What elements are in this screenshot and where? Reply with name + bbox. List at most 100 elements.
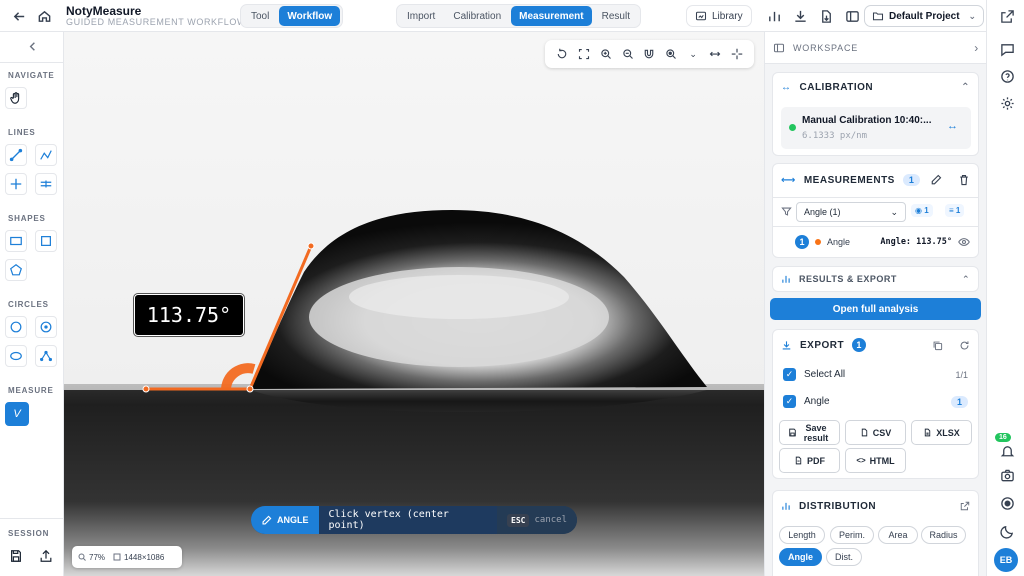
chip-distance[interactable]: Dist. bbox=[826, 548, 862, 566]
settings-gear-icon[interactable] bbox=[996, 92, 1018, 114]
measurements-header[interactable]: ⟷ MEASUREMENTS 1 bbox=[773, 164, 978, 196]
html-export-button[interactable]: <> HTML bbox=[845, 448, 906, 473]
download-icon[interactable] bbox=[789, 5, 811, 27]
export-item-count: 1 bbox=[950, 395, 968, 408]
back-arrow-icon[interactable] bbox=[8, 5, 30, 27]
chip-area[interactable]: Area bbox=[878, 526, 918, 544]
chip-length[interactable]: Length bbox=[779, 526, 825, 544]
external-link-icon[interactable] bbox=[960, 501, 970, 511]
crosshair-tool-button[interactable] bbox=[5, 173, 27, 195]
measurement-type-select[interactable]: Angle (1) ⌄ bbox=[796, 202, 906, 222]
chip-perimeter[interactable]: Perim. bbox=[830, 526, 874, 544]
calibration-entry[interactable]: Manual Calibration 10:40:... 6.1333 px/n… bbox=[781, 107, 971, 149]
chevron-down-icon[interactable]: ⌄ bbox=[686, 47, 700, 61]
measurement-row[interactable]: 1 Angle Angle: 113.75° bbox=[773, 226, 978, 256]
copy-icon[interactable] bbox=[932, 340, 943, 351]
line-tool-button[interactable] bbox=[5, 144, 27, 166]
center-circle-tool-button[interactable] bbox=[35, 316, 57, 338]
notifications-icon[interactable] bbox=[996, 440, 1018, 462]
pdf-label: PDF bbox=[807, 455, 825, 466]
calibration-header[interactable]: ↔ CALIBRATION ⌃ bbox=[773, 73, 978, 101]
step-calibration[interactable]: Calibration bbox=[445, 6, 509, 26]
zoom-in-icon[interactable] bbox=[599, 47, 613, 61]
panel-toggle-icon[interactable] bbox=[841, 5, 863, 27]
hint-cancel[interactable]: ESC cancel bbox=[497, 506, 577, 534]
csv-export-button[interactable]: CSV bbox=[845, 420, 906, 445]
rotate-icon[interactable] bbox=[555, 47, 569, 61]
refresh-icon[interactable] bbox=[959, 340, 970, 351]
distribution-title: DISTRIBUTION bbox=[799, 500, 877, 512]
measurement-color-dot bbox=[815, 238, 821, 245]
upload-session-button[interactable] bbox=[35, 545, 57, 567]
pdf-export-button[interactable]: PDF bbox=[779, 448, 840, 473]
visible-count-badge[interactable]: ◉ 1 bbox=[911, 204, 933, 217]
results-export-card[interactable]: RESULTS & EXPORT ⌃ bbox=[772, 266, 979, 292]
calibration-name: Manual Calibration 10:40:... bbox=[802, 115, 932, 126]
image-canvas[interactable]: 113.75° ⌄ ANGLE Click vertex (center poi… bbox=[64, 32, 764, 576]
open-full-analysis-button[interactable]: Open full analysis bbox=[770, 298, 981, 320]
export-title: EXPORT bbox=[800, 339, 845, 351]
ellipse-tool-button[interactable] bbox=[5, 345, 27, 367]
export-file-icon[interactable] bbox=[815, 5, 837, 27]
select-all-checkbox[interactable]: ✓ bbox=[783, 368, 796, 381]
chat-icon[interactable] bbox=[996, 38, 1018, 60]
user-avatar[interactable]: EB bbox=[994, 548, 1018, 572]
record-icon[interactable] bbox=[996, 492, 1018, 514]
project-selector[interactable]: Default Project ⌄ bbox=[864, 5, 984, 27]
circle-tool-button[interactable] bbox=[5, 316, 27, 338]
measure-section-label: MEASURE bbox=[8, 386, 54, 395]
fit-screen-icon[interactable] bbox=[577, 47, 591, 61]
parallel-tool-button[interactable] bbox=[35, 173, 57, 195]
crosshair-icon[interactable] bbox=[730, 47, 744, 61]
zoom-level: 77% bbox=[78, 553, 105, 562]
xlsx-label: XLSX bbox=[936, 427, 960, 438]
csv-label: CSV bbox=[872, 427, 892, 438]
circle-center-icon bbox=[40, 321, 52, 333]
export-item-row[interactable]: ✓ Angle 1 bbox=[783, 395, 968, 408]
home-icon[interactable] bbox=[33, 5, 55, 27]
step-import[interactable]: Import bbox=[399, 6, 443, 26]
tool-mode-button[interactable]: Tool bbox=[243, 6, 277, 26]
select-all-count: 1/1 bbox=[955, 369, 968, 380]
chip-angle[interactable]: Angle bbox=[779, 548, 822, 566]
edit-icon[interactable] bbox=[930, 174, 942, 186]
chevron-right-icon[interactable]: › bbox=[974, 41, 979, 55]
arc-tool-button[interactable] bbox=[35, 345, 57, 367]
help-icon[interactable] bbox=[996, 65, 1018, 87]
rectangle-tool-button[interactable] bbox=[5, 230, 27, 252]
collapse-chevron-icon[interactable] bbox=[21, 35, 43, 57]
measurement-value: Angle: 113.75° bbox=[880, 236, 952, 247]
angle-tool-button[interactable]: V bbox=[5, 402, 29, 426]
divider bbox=[0, 518, 63, 519]
eye-icon[interactable] bbox=[958, 236, 970, 248]
select-all-label: Select All bbox=[804, 369, 846, 380]
chip-radius[interactable]: Radius bbox=[921, 526, 966, 544]
pan-tool-button[interactable] bbox=[5, 87, 27, 109]
zoom-out-icon[interactable] bbox=[621, 47, 635, 61]
camera-icon[interactable] bbox=[996, 464, 1018, 486]
search-icon bbox=[78, 553, 86, 561]
export-item-checkbox[interactable]: ✓ bbox=[783, 395, 796, 408]
square-tool-button[interactable] bbox=[35, 230, 57, 252]
xlsx-export-button[interactable]: XLSX bbox=[911, 420, 972, 445]
measurements-count: 1 bbox=[902, 174, 921, 186]
chart-icon[interactable] bbox=[763, 5, 785, 27]
open-external-icon[interactable] bbox=[996, 5, 1018, 27]
step-measurement[interactable]: Measurement bbox=[511, 6, 592, 26]
magnifier-icon[interactable] bbox=[664, 47, 678, 61]
library-button[interactable]: Library bbox=[686, 5, 752, 27]
magnet-icon[interactable] bbox=[642, 47, 656, 61]
calibration-apply-icon[interactable]: ↔ bbox=[947, 120, 958, 132]
list-count-badge[interactable]: ≡ 1 bbox=[945, 204, 965, 217]
horizontal-arrows-icon[interactable] bbox=[708, 47, 722, 61]
polygon-tool-button[interactable] bbox=[5, 259, 27, 281]
trash-icon[interactable] bbox=[958, 174, 970, 186]
save-result-button[interactable]: Save result bbox=[779, 420, 840, 445]
polyline-tool-button[interactable] bbox=[35, 144, 57, 166]
workspace-panel: WORKSPACE › ↔ CALIBRATION ⌃ Manual Calib… bbox=[764, 32, 986, 576]
dark-mode-icon[interactable] bbox=[996, 520, 1018, 542]
select-all-row[interactable]: ✓ Select All 1/1 bbox=[783, 368, 968, 381]
workflow-mode-button[interactable]: Workflow bbox=[279, 6, 341, 26]
save-session-button[interactable] bbox=[5, 545, 27, 567]
step-result[interactable]: Result bbox=[594, 6, 638, 26]
